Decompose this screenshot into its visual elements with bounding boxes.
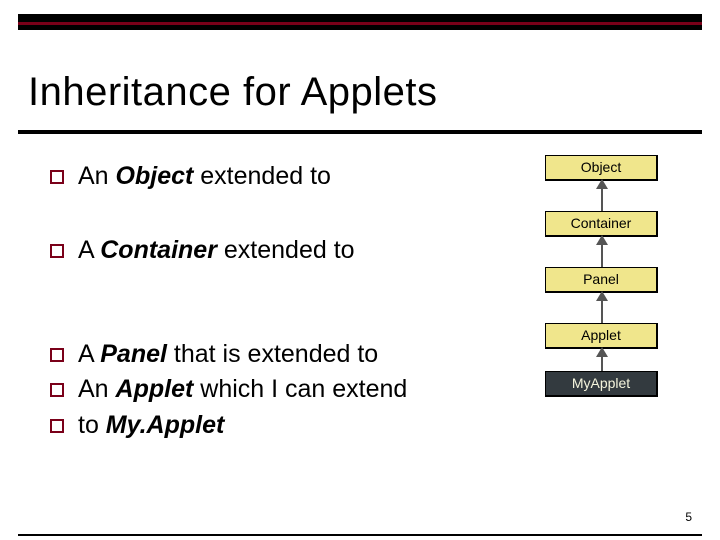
page-number: 5 (685, 510, 692, 524)
bullet-list: An Object extended to A Container extend… (50, 160, 490, 480)
bullet-item: An Applet which I can extend (50, 373, 490, 407)
diagram-node-object: Object (545, 155, 658, 181)
title-underline (18, 130, 702, 134)
bullet-square-icon (50, 419, 64, 433)
bullet-square-icon (50, 244, 64, 258)
diagram-connector (601, 181, 603, 211)
diagram-node-myapplet: MyApplet (545, 371, 658, 397)
bullet-square-icon (50, 170, 64, 184)
bullet-text: An Applet which I can extend (78, 373, 407, 407)
diagram-node-applet: Applet (545, 323, 658, 349)
bottom-border (18, 534, 702, 536)
bullet-text: to My.Applet (78, 409, 224, 443)
slide-title: Inheritance for Applets (28, 70, 438, 115)
diagram-connector (601, 293, 603, 323)
diagram-connector (601, 349, 603, 371)
inheritance-diagram: Object Container Panel Applet MyApplet (519, 155, 684, 397)
bullet-item: An Object extended to (50, 160, 490, 194)
bullet-text: An Object extended to (78, 160, 331, 194)
bullet-square-icon (50, 383, 64, 397)
diagram-connector (601, 237, 603, 267)
bullet-item: to My.Applet (50, 409, 490, 443)
bullet-item: A Panel that is extended to (50, 338, 490, 372)
bullet-item: A Container extended to (50, 234, 490, 268)
top-border-strip (18, 14, 702, 30)
bullet-text: A Container extended to (78, 234, 355, 268)
diagram-node-container: Container (545, 211, 658, 237)
bullet-text: A Panel that is extended to (78, 338, 378, 372)
bullet-square-icon (50, 348, 64, 362)
diagram-node-panel: Panel (545, 267, 658, 293)
